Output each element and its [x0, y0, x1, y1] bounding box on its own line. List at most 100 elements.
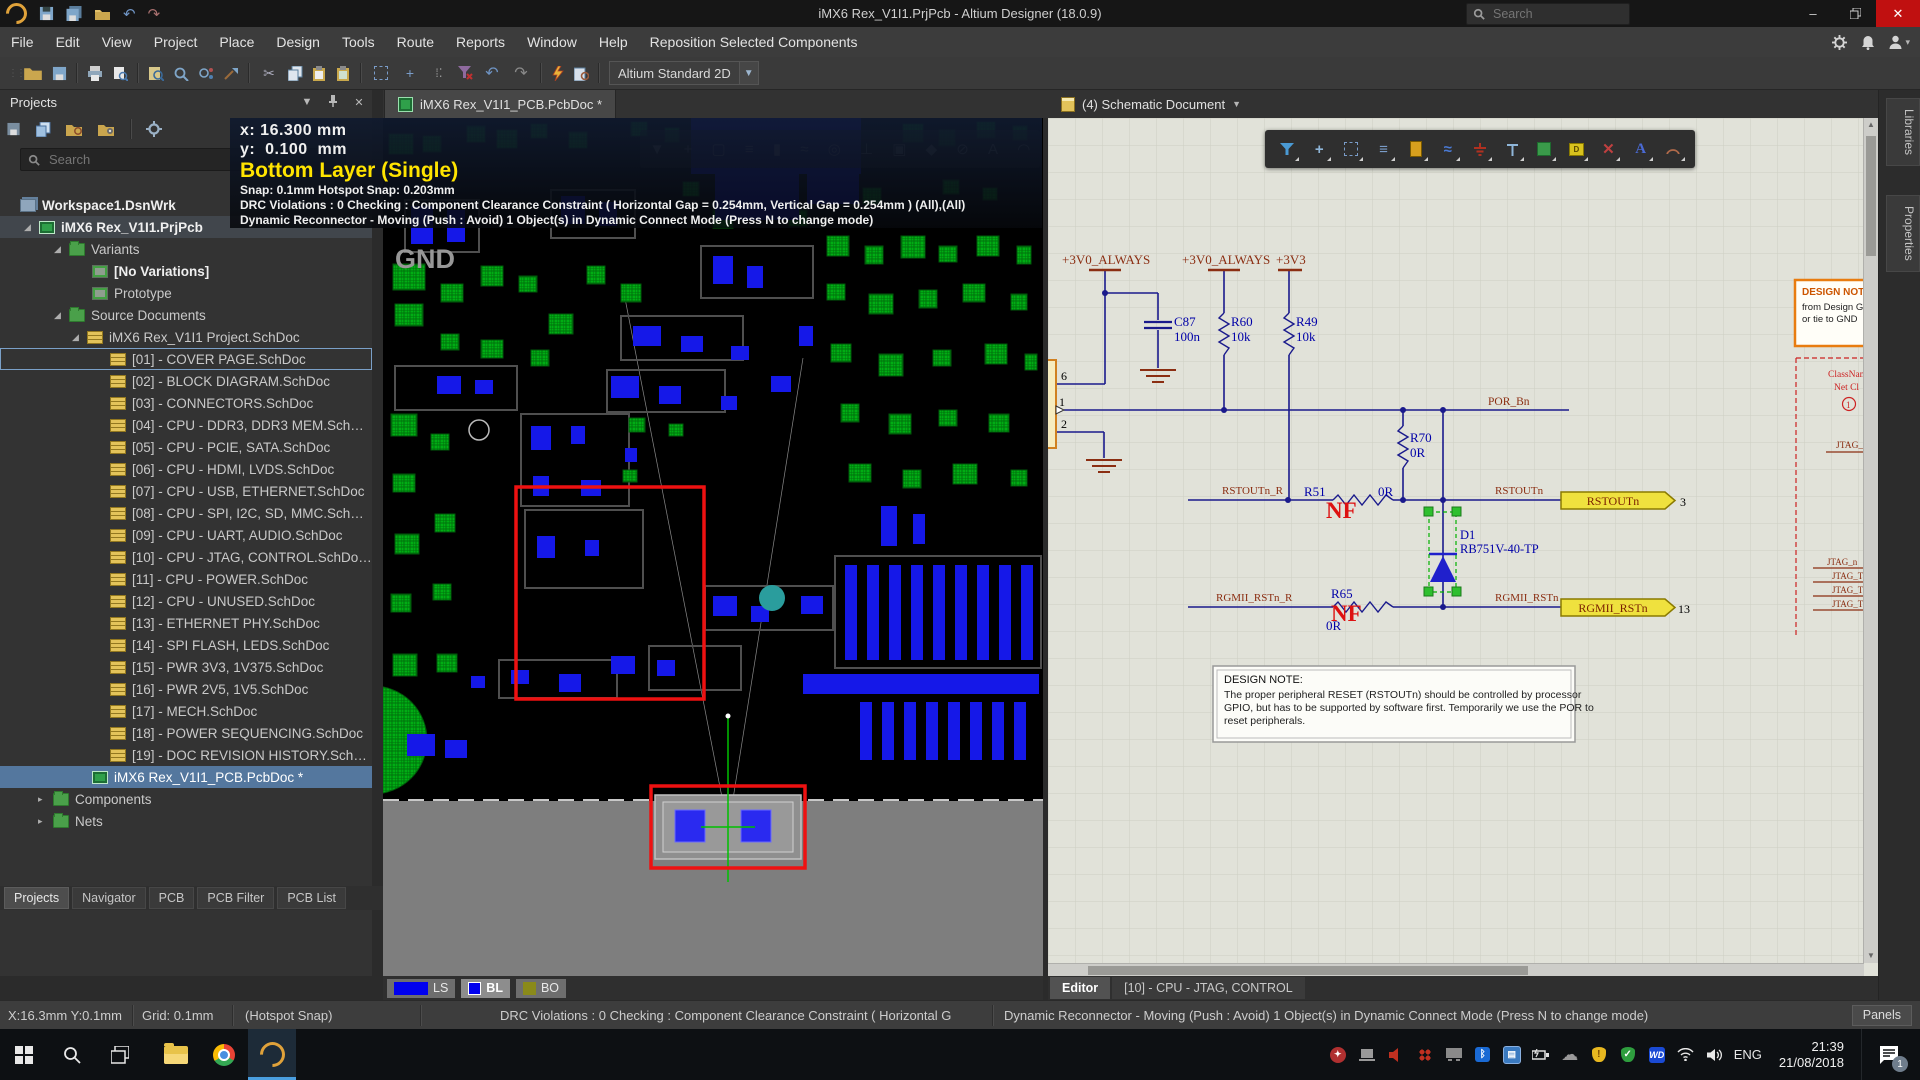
onedrive-cloud-icon[interactable]: ☁: [1560, 1045, 1580, 1065]
place-no-erc-icon[interactable]: ✕: [1596, 137, 1620, 161]
tab-properties[interactable]: Properties: [1886, 195, 1920, 272]
place-sheet-symbol-icon[interactable]: [1532, 137, 1556, 161]
net-label-rstoutn-r[interactable]: RSTOUTn_R: [1222, 485, 1284, 497]
menu-edit[interactable]: Edit: [45, 27, 91, 57]
taskbar-search-button[interactable]: [48, 1029, 96, 1080]
menu-route[interactable]: Route: [386, 27, 445, 57]
tray-remote-app-icon[interactable]: ✦: [1328, 1045, 1348, 1065]
tab-pcb[interactable]: PCB: [149, 887, 195, 909]
tray-device-icon[interactable]: [1357, 1045, 1377, 1065]
power-net-label[interactable]: +3V0_ALWAYS: [1062, 252, 1150, 267]
schematic-view[interactable]: +3V0_ALWAYS +3V0_ALWAYS +3V3 6 1 2 C87 1…: [1048, 118, 1878, 976]
language-indicator[interactable]: ENG: [1734, 1045, 1762, 1065]
action-center-button[interactable]: 1: [1861, 1029, 1914, 1080]
altium-designer-button[interactable]: [248, 1029, 296, 1080]
menu-project[interactable]: Project: [143, 27, 209, 57]
tree-item-schdoc-17[interactable]: [17] - MECH.SchDoc: [0, 700, 372, 722]
settings-gear-icon[interactable]: [146, 121, 162, 137]
combo-dropdown-icon[interactable]: ▼: [739, 62, 758, 84]
tab-libraries[interactable]: Libraries: [1886, 98, 1920, 166]
net-label-rgmii-r[interactable]: RGMII_RSTn_R: [1216, 592, 1293, 604]
taskbar-clock[interactable]: 21:39 21/08/2018: [1771, 1039, 1852, 1071]
tree-item-schdoc-02[interactable]: [02] - BLOCK DIAGRAM.SchDoc: [0, 370, 372, 392]
panel-pin-icon[interactable]: [320, 95, 346, 110]
collapse-icon[interactable]: ◢: [72, 332, 87, 343]
filter-icon[interactable]: [1275, 137, 1299, 161]
menu-view[interactable]: View: [91, 27, 143, 57]
port-rgmii-rstn[interactable]: RGMII_RSTn: [1561, 599, 1675, 616]
value[interactable]: 100n: [1174, 329, 1201, 344]
menu-window[interactable]: Window: [516, 27, 588, 57]
menu-reposition[interactable]: Reposition Selected Components: [639, 27, 869, 57]
move-icon[interactable]: +: [1307, 137, 1331, 161]
tab-navigator[interactable]: Navigator: [72, 887, 146, 909]
tree-item-schdoc-08[interactable]: [08] - CPU - SPI, I2C, SD, MMC.SchDoc: [0, 502, 372, 524]
refdes[interactable]: D1: [1460, 528, 1475, 542]
tab-editor-document[interactable]: [10] - CPU - JTAG, CONTROL: [1112, 977, 1305, 999]
open-document-icon[interactable]: [23, 63, 43, 83]
tree-item-schdoc-15[interactable]: [15] - PWR 3V3, 1V375.SchDoc: [0, 656, 372, 678]
menu-help[interactable]: Help: [588, 27, 639, 57]
tab-schematic-document[interactable]: (4) Schematic Document ▼: [1048, 90, 1254, 118]
tree-item-schdoc-01[interactable]: [01] - COVER PAGE.SchDoc: [0, 348, 372, 370]
place-power-port-icon[interactable]: [1500, 137, 1524, 161]
filter-clear-icon[interactable]: [458, 66, 473, 80]
tree-item-schdoc-06[interactable]: [06] - CPU - HDMI, LVDS.SchDoc: [0, 458, 372, 480]
tab-editor[interactable]: Editor: [1050, 977, 1110, 999]
tree-item-schdoc-12[interactable]: [12] - CPU - UNUSED.SchDoc: [0, 590, 372, 612]
value[interactable]: RB751V-40-TP: [1460, 542, 1539, 556]
paste-special-icon[interactable]: [336, 66, 351, 81]
menu-file[interactable]: File: [0, 27, 45, 57]
print-icon[interactable]: [87, 66, 103, 81]
tree-item-prototype[interactable]: Prototype: [0, 282, 372, 304]
view-style-combo[interactable]: Altium Standard 2D ▼: [609, 61, 759, 85]
print-preview-icon[interactable]: [112, 66, 128, 81]
layer-tab-bo[interactable]: BO: [516, 979, 566, 998]
zoom-area-icon[interactable]: [173, 66, 189, 81]
power-net-label[interactable]: +3V3: [1276, 252, 1306, 267]
select-area-icon[interactable]: [1339, 137, 1363, 161]
tab-dropdown-icon[interactable]: ▼: [1232, 99, 1241, 109]
schematic-hscrollbar[interactable]: [1048, 963, 1864, 976]
bell-icon[interactable]: [1861, 35, 1875, 50]
panels-button[interactable]: Panels: [1852, 1005, 1912, 1026]
antivirus-ok-icon[interactable]: ✓: [1618, 1045, 1638, 1065]
place-part-icon[interactable]: [1404, 137, 1428, 161]
net-label-rgmii[interactable]: RGMII_RSTn: [1495, 592, 1559, 604]
refdes[interactable]: R70: [1410, 430, 1432, 445]
menu-place[interactable]: Place: [208, 27, 265, 57]
start-button[interactable]: [0, 1029, 48, 1080]
minimize-button[interactable]: –: [1792, 0, 1834, 27]
paste-icon[interactable]: [312, 66, 327, 81]
tab-pcb-document[interactable]: iMX6 Rex_V1I1_PCB.PcbDoc *: [384, 90, 616, 118]
menu-reports[interactable]: Reports: [445, 27, 516, 57]
tree-item-schdoc-13[interactable]: [13] - ETHERNET PHY.SchDoc: [0, 612, 372, 634]
compile-icon[interactable]: [36, 122, 52, 137]
tree-item-schdoc-07[interactable]: [07] - CPU - USB, ETHERNET.SchDoc: [0, 480, 372, 502]
run-script-icon[interactable]: [551, 66, 565, 81]
power-plug-icon[interactable]: [1531, 1045, 1551, 1065]
tree-item-schdoc-11[interactable]: [11] - CPU - POWER.SchDoc: [0, 568, 372, 590]
tab-projects[interactable]: Projects: [4, 887, 69, 909]
tree-item-schdoc-10[interactable]: [10] - CPU - JTAG, CONTROL.SchDoc *: [0, 546, 372, 568]
close-button[interactable]: ✕: [1876, 0, 1920, 27]
tree-item-schdoc-05[interactable]: [05] - CPU - PCIE, SATA.SchDoc: [0, 436, 372, 458]
place-harness-icon[interactable]: D: [1564, 137, 1588, 161]
save-icon[interactable]: [52, 66, 67, 81]
explore-project-icon[interactable]: [66, 122, 84, 137]
tree-item-schdoc-04[interactable]: [04] - CPU - DDR3, DDR3 MEM.SchDoc: [0, 414, 372, 436]
tree-item-components[interactable]: ▸Components: [0, 788, 372, 810]
tray-audio-app-icon[interactable]: [1386, 1045, 1406, 1065]
power-net-label[interactable]: +3V0_ALWAYS: [1182, 252, 1270, 267]
scroll-down-icon[interactable]: ▼: [1864, 949, 1878, 963]
panel-dropdown-icon[interactable]: ▼: [294, 96, 320, 108]
user-account-icon[interactable]: ▾: [1889, 35, 1910, 50]
menu-tools[interactable]: Tools: [331, 27, 386, 57]
refdes[interactable]: R51: [1304, 484, 1326, 499]
tree-item-nets[interactable]: ▸Nets: [0, 810, 372, 832]
tree-item-source-documents[interactable]: ◢Source Documents: [0, 304, 372, 326]
tree-item-schdoc-16[interactable]: [16] - PWR 2V5, 1V5.SchDoc: [0, 678, 372, 700]
wd-utility-icon[interactable]: WD: [1647, 1045, 1667, 1065]
schematic-vscrollbar[interactable]: ▲ ▼: [1863, 118, 1878, 963]
save-project-icon[interactable]: [6, 122, 22, 137]
